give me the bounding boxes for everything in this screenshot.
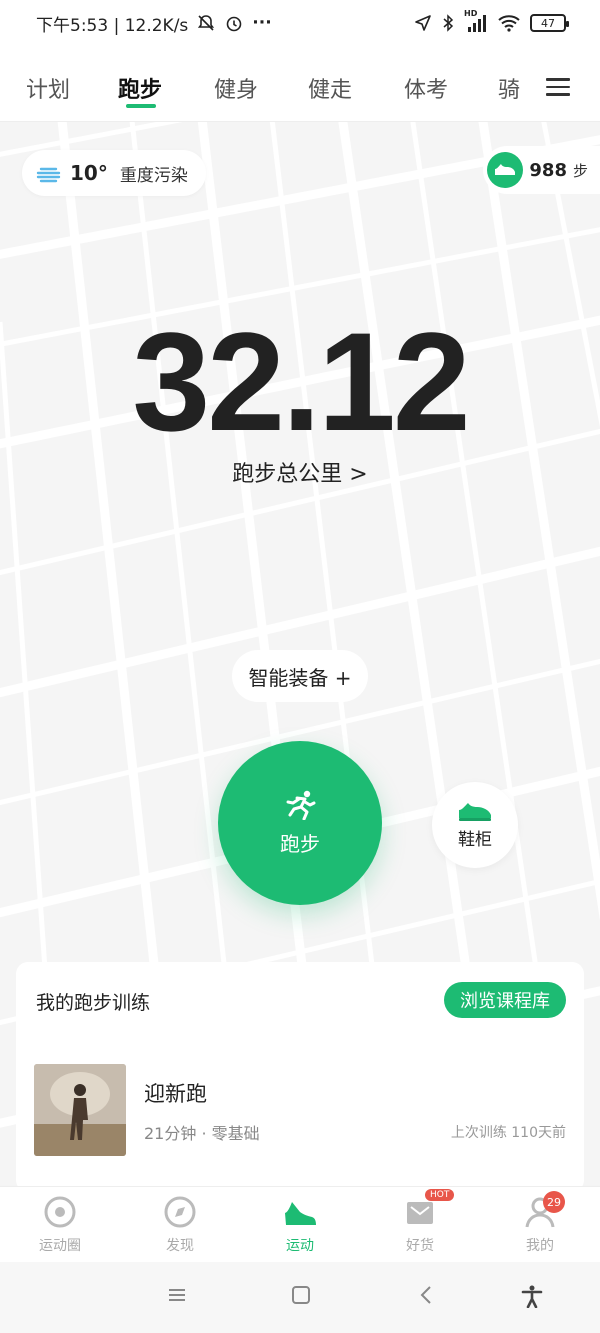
training-card-title: 我的跑步训练 [36, 992, 151, 1014]
step-unit: 步 [572, 161, 588, 180]
person-icon: 29 [523, 1191, 565, 1229]
bottom-navigation: 运动圈 发现 运动 HOT 好货 29 我的 [0, 1186, 600, 1262]
bluetooth-icon [443, 14, 454, 32]
more-icon: ··· [252, 13, 272, 33]
system-menu-button[interactable] [166, 1284, 192, 1310]
nav-discover[interactable]: 发现 [120, 1195, 240, 1255]
system-navigation-bar [0, 1262, 600, 1333]
accessibility-icon [521, 1285, 543, 1309]
nav-label-mine: 我的 [526, 1238, 554, 1254]
weather-widget[interactable]: 10° 重度污染 [22, 150, 206, 196]
course-meta: 21分钟 · 零基础 [144, 1124, 260, 1143]
tab-running[interactable]: 跑步 [118, 72, 162, 104]
status-right: HD 47 [414, 9, 569, 33]
nav-sport-circle[interactable]: 运动圈 [0, 1195, 120, 1255]
back-arrow-icon [420, 1286, 431, 1304]
compass-icon [163, 1195, 197, 1229]
alarm-icon [226, 16, 242, 32]
notification-count-badge: 29 [543, 1191, 565, 1213]
cloud-icon [36, 167, 61, 183]
course-thumbnail[interactable] [34, 1064, 126, 1156]
sport-tabs: 计划 跑步 健身 健走 体考 骑 [0, 46, 600, 122]
runner-photo-icon [34, 1064, 126, 1156]
step-counter[interactable]: 988 步 [483, 146, 600, 194]
menu-button[interactable] [546, 78, 570, 96]
status-bar: 下午5:53 | 12.2K/s ··· HD 47 [0, 0, 600, 46]
running-total-km-link[interactable]: 跑步总公里 > [0, 456, 600, 488]
target-icon [43, 1195, 77, 1229]
total-running-distance: 32.12 [132, 303, 470, 460]
running-person-icon [286, 790, 316, 820]
bell-muted-icon [198, 15, 215, 31]
location-icon [415, 15, 431, 31]
running-training-card: 我的跑步训练 浏览课程库 迎新跑 21分钟 · 零基础 上次训练 110天前 [16, 962, 584, 1192]
smart-equipment-button[interactable]: 智能装备 + [232, 650, 368, 702]
nav-mine[interactable]: 29 我的 [480, 1191, 600, 1255]
active-tab-indicator [126, 104, 156, 108]
nav-sport[interactable]: 运动 [240, 1195, 360, 1255]
hot-badge: HOT [425, 1189, 455, 1201]
hamburger-icon [169, 1289, 185, 1301]
signal-icon [468, 15, 486, 32]
nav-goods[interactable]: HOT 好货 [360, 1189, 480, 1255]
nav-label-discover: 发现 [166, 1238, 194, 1254]
run-button-label: 跑步 [280, 831, 320, 856]
nav-label-sport: 运动 [286, 1238, 314, 1254]
shoe-icon [487, 152, 524, 188]
wifi-icon [498, 15, 520, 32]
system-back-button[interactable] [416, 1284, 442, 1310]
step-count: 988 [529, 159, 567, 181]
course-title[interactable]: 迎新跑 [144, 1078, 207, 1108]
tab-plan[interactable]: 计划 [26, 72, 70, 104]
tab-physical-test[interactable]: 体考 [404, 72, 448, 104]
tab-fitness[interactable]: 健身 [214, 72, 258, 104]
nav-label-sport-circle: 运动圈 [39, 1238, 81, 1254]
air-quality-text: 重度污染 [119, 165, 188, 186]
weather-temperature: 10° [70, 161, 108, 185]
browse-course-library-button[interactable]: 浏览课程库 [444, 982, 566, 1018]
signal-group: HD [464, 9, 488, 33]
shoe-cabinet-label: 鞋柜 [458, 829, 492, 850]
shoe-cabinet-button[interactable]: 鞋柜 [432, 782, 518, 868]
mail-icon: HOT [403, 1189, 455, 1229]
battery-indicator: 47 [530, 14, 569, 32]
tab-walking[interactable]: 健走 [308, 72, 352, 104]
tab-cycling[interactable]: 骑 [498, 72, 520, 104]
battery-level: 47 [541, 16, 555, 30]
square-icon [292, 1286, 310, 1304]
system-home-button[interactable] [290, 1284, 316, 1310]
menu-icon [546, 78, 570, 81]
nav-label-goods: 好货 [406, 1238, 434, 1254]
status-left: 下午5:53 | 12.2K/s ··· [36, 11, 272, 36]
status-time: 下午5:53 | 12.2K/s [36, 15, 189, 36]
accessibility-button[interactable] [520, 1284, 546, 1310]
last-trained-text: 上次训练 110天前 [450, 1125, 566, 1141]
shoe-icon [283, 1195, 317, 1229]
start-run-button[interactable]: 跑步 [218, 741, 382, 905]
sneaker-icon [459, 802, 491, 821]
